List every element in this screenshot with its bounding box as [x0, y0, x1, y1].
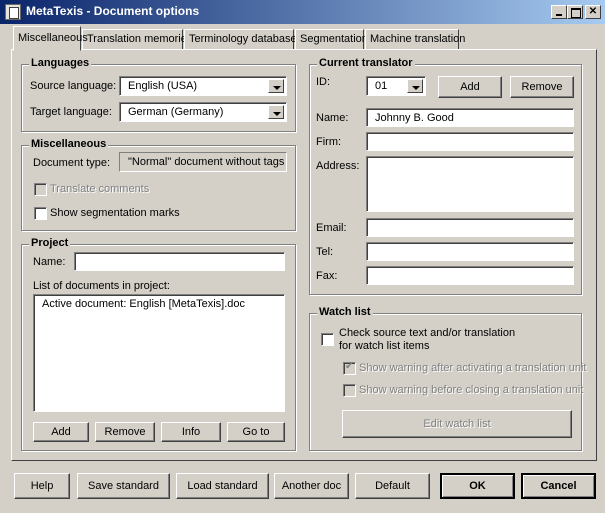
check-watch-list-label-line2: for watch list items — [339, 340, 430, 352]
save-standard-button[interactable]: Save standard — [77, 473, 170, 499]
minimize-icon[interactable] — [551, 5, 567, 19]
check-watch-list-label-line1: Check source text and/or translation — [339, 327, 516, 339]
title-bar[interactable]: MetaTexis - Document options ✕ — [0, 0, 605, 24]
close-icon[interactable]: ✕ — [585, 5, 601, 19]
languages-heading: Languages — [29, 57, 92, 69]
show-segmentation-checkbox[interactable] — [34, 207, 47, 220]
fax-label: Fax: — [316, 270, 338, 282]
address-label: Address: — [316, 160, 360, 172]
translator-add-button[interactable]: Add — [438, 76, 502, 98]
chevron-down-icon[interactable] — [268, 105, 284, 119]
project-name-label: Name: — [33, 256, 66, 268]
target-language-value: German (Germany) — [128, 106, 224, 118]
translator-id-label: ID: — [316, 76, 331, 88]
project-info-button[interactable]: Info — [161, 422, 221, 442]
maximize-icon[interactable] — [567, 5, 583, 19]
document-type-value: "Normal" document without tags — [119, 152, 287, 172]
list-item[interactable]: Active document: English [MetaTexis].doc — [42, 298, 276, 310]
default-button[interactable]: Default — [355, 473, 430, 499]
translator-heading: Current translator — [317, 57, 415, 69]
translator-name-label: Name: — [316, 112, 349, 124]
ok-button[interactable]: OK — [440, 473, 515, 499]
project-goto-button[interactable]: Go to — [227, 422, 285, 442]
warn-after-checkbox[interactable] — [343, 361, 356, 375]
tab-terminology-databases[interactable]: Terminology databases — [184, 29, 302, 50]
translator-name-input[interactable]: Johnny B. Good — [366, 108, 574, 127]
tab-machine-translation[interactable]: Machine translation — [365, 29, 465, 50]
source-language-select[interactable]: English (USA) — [119, 76, 287, 96]
misc-heading: Miscellaneous — [29, 138, 109, 150]
warn-after-label: Show warning after activating a translat… — [359, 362, 587, 374]
another-doc-button[interactable]: Another doc — [274, 473, 349, 499]
project-remove-button[interactable]: Remove — [95, 422, 155, 442]
warn-before-label: Show warning before closing a translatio… — [359, 384, 584, 396]
chevron-down-icon[interactable] — [407, 79, 423, 93]
source-language-label: Source language: — [30, 80, 117, 92]
show-segmentation-label: Show segmentation marks — [50, 207, 180, 219]
translate-comments-checkbox[interactable] — [34, 183, 47, 196]
email-label: Email: — [316, 222, 347, 234]
cancel-button[interactable]: Cancel — [521, 473, 596, 499]
project-name-input[interactable] — [74, 252, 285, 271]
target-language-label: Target language: — [30, 106, 112, 118]
firm-input[interactable] — [366, 132, 574, 151]
window-title: MetaTexis - Document options — [26, 4, 200, 18]
email-input[interactable] — [366, 218, 574, 237]
load-standard-button[interactable]: Load standard — [176, 473, 269, 499]
check-watch-list-checkbox[interactable] — [321, 333, 334, 346]
target-language-select[interactable]: German (Germany) — [119, 102, 287, 122]
warn-before-checkbox[interactable] — [343, 384, 356, 397]
source-language-value: English (USA) — [128, 80, 198, 92]
translate-comments-label: Translate comments — [50, 183, 150, 195]
tel-label: Tel: — [316, 246, 334, 258]
documents-list-label: List of documents in project: — [33, 280, 170, 292]
documents-list[interactable]: Active document: English [MetaTexis].doc — [33, 294, 285, 412]
chevron-down-icon[interactable] — [268, 79, 284, 93]
tab-miscellaneous[interactable]: Miscellaneous — [13, 26, 88, 51]
project-heading: Project — [29, 237, 71, 249]
project-add-button[interactable]: Add — [33, 422, 89, 442]
firm-label: Firm: — [316, 136, 342, 148]
tab-segmentation[interactable]: Segmentation — [295, 29, 368, 50]
document-type-label: Document type: — [33, 157, 111, 169]
tel-input[interactable] — [366, 242, 574, 261]
translator-remove-button[interactable]: Remove — [510, 76, 574, 98]
translator-id-value: 01 — [375, 80, 388, 92]
edit-watch-list-button[interactable]: Edit watch list — [342, 410, 572, 438]
fax-input[interactable] — [366, 266, 574, 285]
translator-id-select[interactable]: 01 — [366, 76, 426, 96]
tab-translation-memories[interactable]: Translation memories — [82, 29, 192, 50]
app-icon — [5, 4, 21, 20]
help-button[interactable]: Help — [14, 473, 70, 499]
address-input[interactable] — [366, 156, 574, 212]
watch-list-heading: Watch list — [317, 306, 373, 318]
